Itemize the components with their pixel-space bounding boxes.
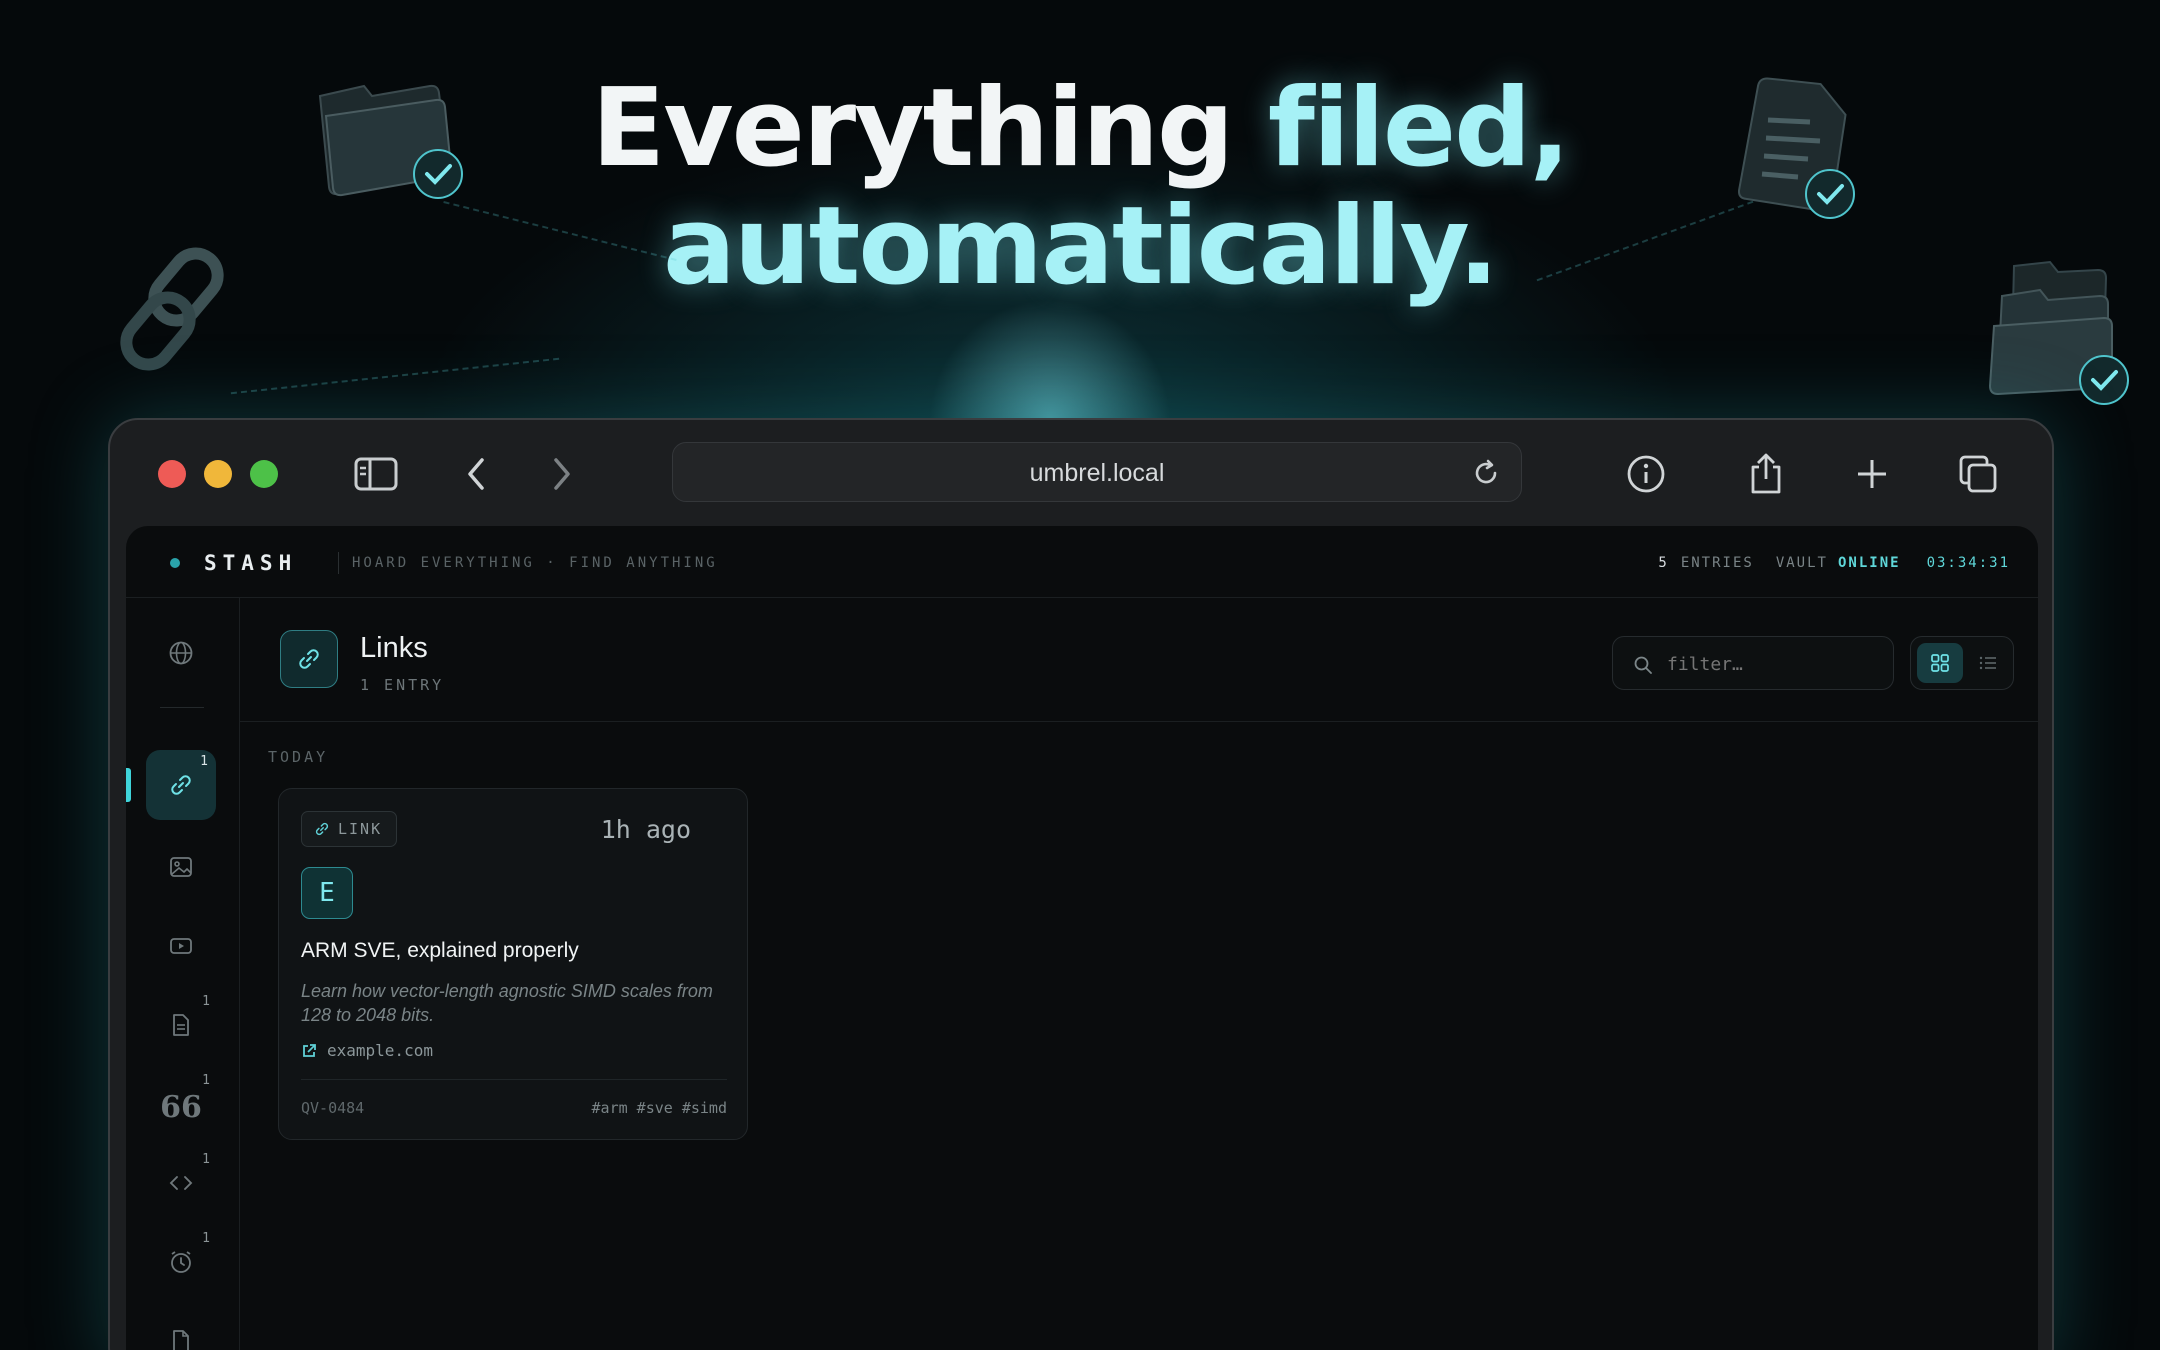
type-chip: LINK bbox=[301, 811, 398, 847]
app-topbar: STASH HOARD EVERYTHING · FIND ANYTHING 5… bbox=[126, 526, 2038, 598]
sidebar-toggle-icon bbox=[354, 457, 398, 491]
sidebar-item-videos[interactable] bbox=[146, 911, 216, 981]
sidebar-item-files[interactable] bbox=[146, 1306, 216, 1350]
share-icon bbox=[1751, 453, 1781, 494]
sidebar-count-notes: 1 bbox=[202, 994, 210, 1009]
forward-button[interactable] bbox=[534, 446, 590, 502]
file-icon bbox=[173, 1330, 189, 1350]
entry-description: Learn how vector-length agnostic SIMD sc… bbox=[301, 981, 713, 1025]
sidebar-count-reminders: 1 bbox=[202, 1231, 210, 1246]
browser-window: umbrel.local STASH HOARD EVERYTHING · FI… bbox=[108, 418, 2054, 1350]
tabs-icon bbox=[1959, 455, 1997, 493]
external-link-icon bbox=[303, 1043, 316, 1057]
sidebar-item-notes[interactable]: 1 bbox=[146, 990, 216, 1060]
status-dot bbox=[170, 558, 180, 568]
section-entry-count: 1 ENTRY bbox=[360, 676, 445, 694]
sidebar-toggle-button[interactable] bbox=[348, 446, 404, 502]
sidebar-item-all[interactable] bbox=[146, 618, 216, 688]
entries-count: 5 bbox=[1658, 555, 1669, 571]
type-label: LINK bbox=[338, 820, 383, 838]
code-icon bbox=[169, 1176, 193, 1190]
back-button[interactable] bbox=[448, 446, 504, 502]
group-label-today: TODAY bbox=[268, 748, 329, 766]
entry-card[interactable]: LINK 1h ago E ARM SVE, explained properl… bbox=[278, 788, 748, 1140]
entry-tags[interactable]: #arm #sve #simd bbox=[592, 1099, 727, 1117]
tab-overview-button[interactable] bbox=[1950, 446, 2006, 502]
clock: 03:34:31 bbox=[1926, 555, 2010, 571]
card-divider bbox=[301, 1079, 727, 1080]
main-panel: Links 1 ENTRY TODAY bbox=[240, 598, 2038, 1350]
grid-icon bbox=[1931, 654, 1949, 672]
entry-time: 1h ago bbox=[600, 815, 691, 844]
vault-label: VAULT bbox=[1775, 555, 1828, 571]
sidebar-count-code: 1 bbox=[202, 1152, 210, 1167]
entry-avatar: E bbox=[301, 867, 353, 919]
folder-check-icon bbox=[318, 84, 463, 199]
entries-label: ENTRIES bbox=[1680, 555, 1754, 571]
sidebar-count-links: 1 bbox=[200, 754, 208, 769]
sidebar-item-quotes[interactable]: 66 1 bbox=[146, 1069, 216, 1139]
entry-domain: example.com bbox=[327, 1041, 433, 1060]
section-header: Links 1 ENTRY bbox=[240, 598, 2038, 722]
view-toggle bbox=[1910, 636, 2014, 690]
grid-view-button[interactable] bbox=[1917, 643, 1963, 683]
link-icon bbox=[171, 775, 191, 795]
info-button[interactable] bbox=[1618, 446, 1674, 502]
sidebar-item-links[interactable]: 1 bbox=[146, 750, 216, 820]
clock-icon bbox=[171, 1251, 191, 1273]
new-tab-button[interactable] bbox=[1844, 446, 1900, 502]
entry-domain-row[interactable]: example.com bbox=[301, 1041, 433, 1060]
folders-check-icon bbox=[1988, 260, 2129, 405]
sidebar-item-reminders[interactable]: 1 bbox=[146, 1227, 216, 1297]
search-icon bbox=[1634, 656, 1652, 674]
hero-line1-cyan: filed, bbox=[1267, 66, 1571, 191]
link-icon bbox=[299, 649, 319, 669]
filter-box[interactable] bbox=[1612, 636, 1894, 690]
close-window-button[interactable] bbox=[158, 460, 186, 488]
image-icon bbox=[170, 857, 192, 877]
maximize-window-button[interactable] bbox=[250, 460, 278, 488]
filter-input[interactable] bbox=[1667, 651, 1877, 677]
tagline: HOARD EVERYTHING · FIND ANYTHING bbox=[352, 555, 718, 571]
list-icon bbox=[1979, 656, 1996, 670]
avatar-letter: E bbox=[319, 878, 335, 908]
video-icon bbox=[170, 938, 192, 954]
list-view-button[interactable] bbox=[1967, 643, 2009, 683]
entry-id: QV-0484 bbox=[301, 1099, 365, 1117]
status-bar: 5 ENTRIES VAULT ONLINE 03:34:31 bbox=[1658, 555, 2010, 571]
entry-title: ARM SVE, explained properly bbox=[301, 939, 579, 962]
sidebar-divider bbox=[160, 707, 204, 708]
vault-state: ONLINE bbox=[1837, 555, 1901, 571]
category-sidebar: 1 1 66 1 1 1 bbox=[126, 598, 240, 1350]
document-icon bbox=[173, 1014, 189, 1036]
section-title: Links bbox=[360, 632, 428, 664]
address-bar[interactable]: umbrel.local bbox=[672, 442, 1522, 502]
active-indicator bbox=[126, 768, 131, 802]
stash-app: STASH HOARD EVERYTHING · FIND ANYTHING 5… bbox=[126, 526, 2038, 1350]
brand-name: STASH bbox=[204, 551, 298, 575]
section-icon-tile bbox=[280, 630, 338, 688]
plus-icon bbox=[1858, 460, 1886, 488]
sidebar-item-code[interactable]: 1 bbox=[146, 1148, 216, 1218]
chevron-right-icon bbox=[554, 458, 570, 490]
globe-icon bbox=[169, 641, 193, 665]
hero-line1-white: Everything bbox=[591, 66, 1268, 191]
quote-icon: 66 bbox=[160, 1090, 202, 1125]
chain-link-icon bbox=[120, 247, 224, 371]
sidebar-count-quotes: 1 bbox=[202, 1073, 210, 1088]
link-icon bbox=[315, 822, 329, 836]
info-icon bbox=[1627, 455, 1665, 493]
chevron-left-icon bbox=[468, 458, 484, 490]
reload-icon[interactable] bbox=[1471, 458, 1501, 488]
divider-vertical bbox=[338, 552, 339, 574]
share-button[interactable] bbox=[1738, 446, 1794, 502]
sidebar-item-images[interactable] bbox=[146, 832, 216, 902]
document-check-icon bbox=[1738, 77, 1855, 219]
minimize-window-button[interactable] bbox=[204, 460, 232, 488]
url-text: umbrel.local bbox=[1029, 459, 1165, 487]
